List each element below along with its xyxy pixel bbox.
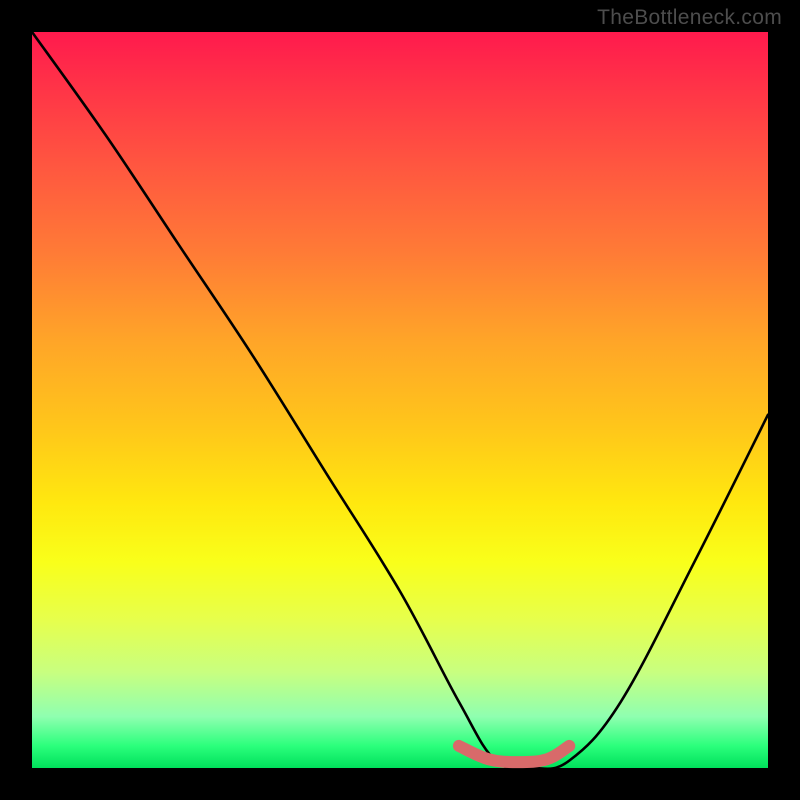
watermark-text: TheBottleneck.com [597,6,782,30]
plot-area [32,32,768,768]
chart-container: TheBottleneck.com [0,0,800,800]
optimal-range-marker [459,746,569,762]
bottleneck-curve [32,32,768,769]
curve-layer [32,32,768,768]
